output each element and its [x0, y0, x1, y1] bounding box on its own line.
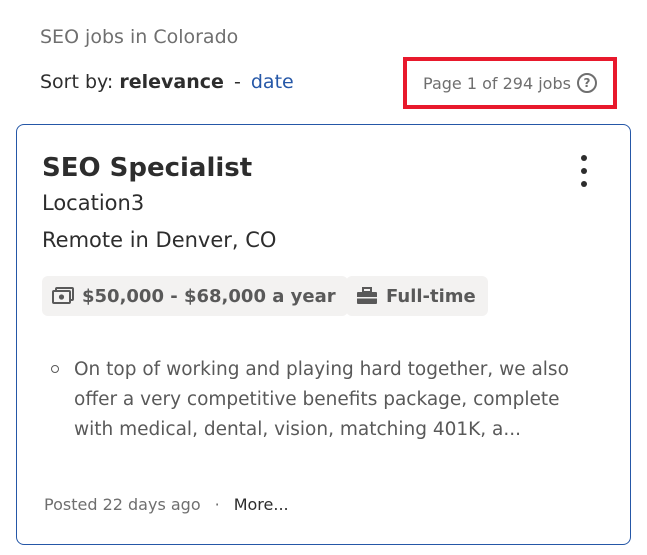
- job-footer: Posted 22 days ago · More...: [44, 495, 289, 514]
- snippet-text: On top of working and playing hard toget…: [74, 359, 569, 440]
- help-icon[interactable]: ?: [576, 73, 597, 93]
- job-type-tag: Full-time: [346, 276, 488, 316]
- salary-tag: $50,000 - $68,000 a year: [42, 276, 348, 316]
- page-count-text: Page 1 of 294 jobs: [423, 73, 571, 93]
- bullet-icon: [51, 365, 59, 373]
- more-link[interactable]: More...: [234, 495, 289, 514]
- job-location: Remote in Denver, CO: [42, 228, 277, 252]
- salary-text: $50,000 - $68,000 a year: [82, 285, 336, 307]
- job-snippet: On top of working and playing hard toget…: [51, 355, 571, 445]
- footer-separator: ·: [214, 495, 220, 514]
- job-title[interactable]: SEO Specialist: [42, 153, 252, 183]
- company-name: Location3: [42, 191, 145, 215]
- money-icon: [52, 287, 74, 305]
- sort-relevance-option: relevance: [119, 71, 224, 93]
- sort-separator: -: [233, 71, 241, 93]
- posted-date: Posted 22 days ago: [44, 495, 201, 514]
- job-card[interactable]: SEO Specialist Location3 Remote in Denve…: [16, 124, 631, 545]
- job-type-text: Full-time: [386, 285, 476, 307]
- briefcase-icon: [356, 287, 378, 305]
- kebab-dot: [581, 155, 587, 161]
- more-options-icon[interactable]: [572, 155, 596, 187]
- search-title: SEO jobs in Colorado: [40, 26, 239, 48]
- sort-date-link[interactable]: date: [251, 71, 294, 93]
- sort-control: Sort by: relevance - date: [40, 71, 294, 93]
- sort-label: Sort by:: [40, 71, 114, 93]
- kebab-dot: [581, 168, 587, 174]
- page-count-highlight: Page 1 of 294 jobs ?: [403, 57, 617, 109]
- kebab-dot: [581, 181, 587, 187]
